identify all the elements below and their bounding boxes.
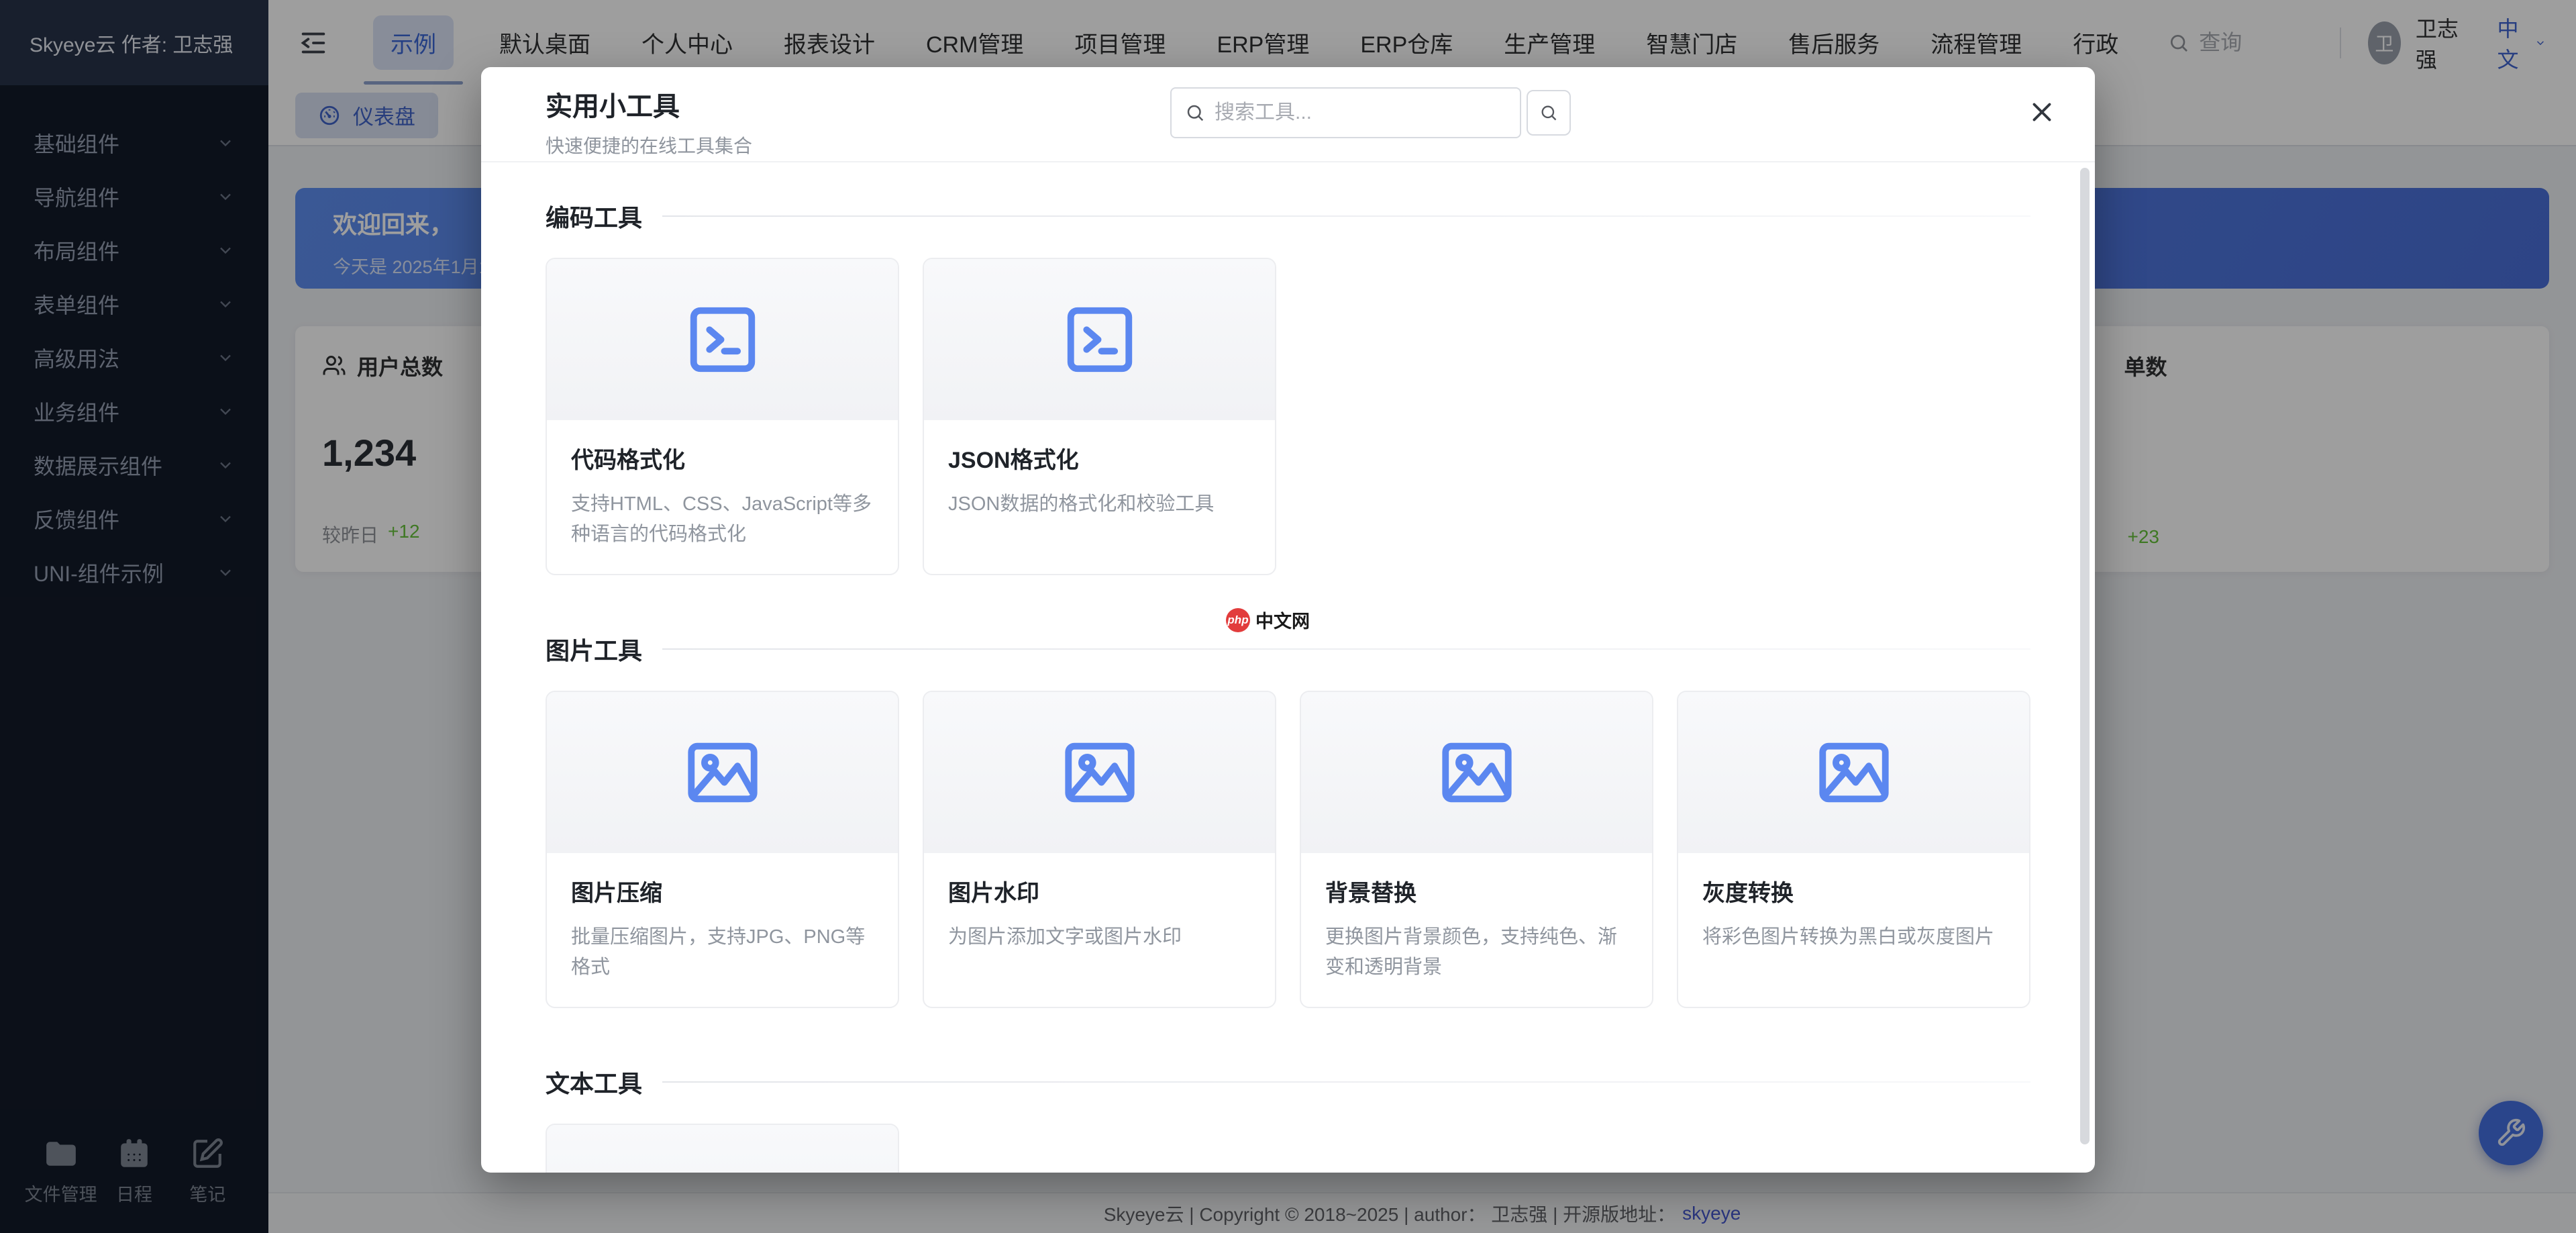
card-icon-area [1678, 692, 2029, 853]
card-text: 图片压缩 批量压缩图片，支持JPG、PNG等格式 [547, 853, 898, 1007]
card-icon-area [547, 1125, 898, 1173]
image-icon [1437, 733, 1516, 812]
tools-modal: 实用小工具 快速便捷的在线工具集合 编码工具 [481, 67, 2095, 1173]
section-divider [662, 1081, 2030, 1083]
image-tools-cards: 图片压缩 批量压缩图片，支持JPG、PNG等格式 图片水印 为图片添加文字或图片… [546, 691, 2030, 1008]
card-text: JSON格式化 JSON数据的格式化和校验工具 [924, 420, 1275, 544]
php-cn-watermark: php 中文网 [1226, 607, 1310, 633]
card-text: 代码格式化 支持HTML、CSS、JavaScript等多种语言的代码格式化 [547, 420, 898, 574]
card-description: 更换图片背景颜色，支持纯色、渐变和透明背景 [1325, 922, 1628, 983]
coding-tools-cards: 代码格式化 支持HTML、CSS、JavaScript等多种语言的代码格式化 J… [546, 258, 2030, 575]
section-title: 图片工具 [546, 632, 642, 667]
modal-search-group [1170, 87, 1571, 138]
tool-card-background-replace[interactable]: 背景替换 更换图片背景颜色，支持纯色、渐变和透明背景 [1300, 691, 1653, 1008]
section-divider [662, 215, 2030, 217]
app-screen: Skyeye云 作者: 卫志强 基础组件 导航组件 布局组件 表单组件 高级用法 [0, 0, 2576, 1233]
tool-card-grayscale-convert[interactable]: 灰度转换 将彩色图片转换为黑白或灰度图片 [1677, 691, 2030, 1008]
terminal-icon [1060, 300, 1139, 379]
section-title: 文本工具 [546, 1065, 642, 1099]
tool-card-json-format[interactable]: JSON格式化 JSON数据的格式化和校验工具 [923, 258, 1276, 575]
card-icon-area [924, 692, 1275, 853]
tool-card-image-compress[interactable]: 图片压缩 批量压缩图片，支持JPG、PNG等格式 [546, 691, 899, 1008]
text-tools-cards [546, 1124, 2030, 1173]
text-format-icon [683, 1166, 762, 1173]
card-description: 为图片添加文字或图片水印 [948, 922, 1251, 952]
search-icon [1185, 103, 1205, 123]
card-title: JSON格式化 [948, 442, 1251, 475]
card-title: 背景替换 [1325, 875, 1628, 907]
card-icon-area [547, 692, 898, 853]
card-text: 灰度转换 将彩色图片转换为黑白或灰度图片 [1678, 853, 2029, 977]
card-description: JSON数据的格式化和校验工具 [948, 489, 1251, 520]
card-title: 图片水印 [948, 875, 1251, 907]
image-icon [1814, 733, 1894, 812]
section-divider [662, 648, 2030, 650]
card-icon-area [547, 259, 898, 420]
modal-scrollbar[interactable] [2080, 168, 2090, 1144]
tool-card-code-format[interactable]: 代码格式化 支持HTML、CSS、JavaScript等多种语言的代码格式化 [546, 258, 899, 575]
image-icon [1060, 733, 1139, 812]
image-icon [683, 733, 762, 812]
modal-close-button[interactable] [2026, 97, 2057, 128]
terminal-icon [683, 300, 762, 379]
search-icon [1539, 103, 1558, 122]
section-coding-tools: 编码工具 [546, 199, 2030, 234]
card-text: 背景替换 更换图片背景颜色，支持纯色、渐变和透明背景 [1301, 853, 1652, 1007]
card-text: 图片水印 为图片添加文字或图片水印 [924, 853, 1275, 977]
modal-header: 实用小工具 快速便捷的在线工具集合 [481, 67, 2095, 161]
tool-card-image-watermark[interactable]: 图片水印 为图片添加文字或图片水印 [923, 691, 1276, 1008]
section-title: 编码工具 [546, 199, 642, 234]
modal-search-field [1170, 87, 1521, 138]
card-description: 支持HTML、CSS、JavaScript等多种语言的代码格式化 [571, 489, 874, 550]
watermark-label: 中文网 [1255, 607, 1310, 633]
card-icon-area [1301, 692, 1652, 853]
modal-search-button[interactable] [1527, 90, 1571, 136]
section-image-tools: 图片工具 [546, 632, 2030, 667]
modal-search-input[interactable] [1215, 101, 1506, 124]
tool-card-text-tool[interactable] [546, 1124, 899, 1173]
card-title: 图片压缩 [571, 875, 874, 907]
php-badge: php [1226, 608, 1250, 632]
card-icon-area [924, 259, 1275, 420]
card-description: 批量压缩图片，支持JPG、PNG等格式 [571, 922, 874, 983]
card-title: 灰度转换 [1702, 875, 2005, 907]
card-description: 将彩色图片转换为黑白或灰度图片 [1702, 922, 2005, 952]
section-text-tools: 文本工具 [546, 1065, 2030, 1099]
modal-body: 编码工具 代码格式化 支持HTML、CSS、JavaScript等多种语言的代码… [481, 162, 2095, 1173]
close-icon [2026, 97, 2057, 128]
card-title: 代码格式化 [571, 442, 874, 475]
